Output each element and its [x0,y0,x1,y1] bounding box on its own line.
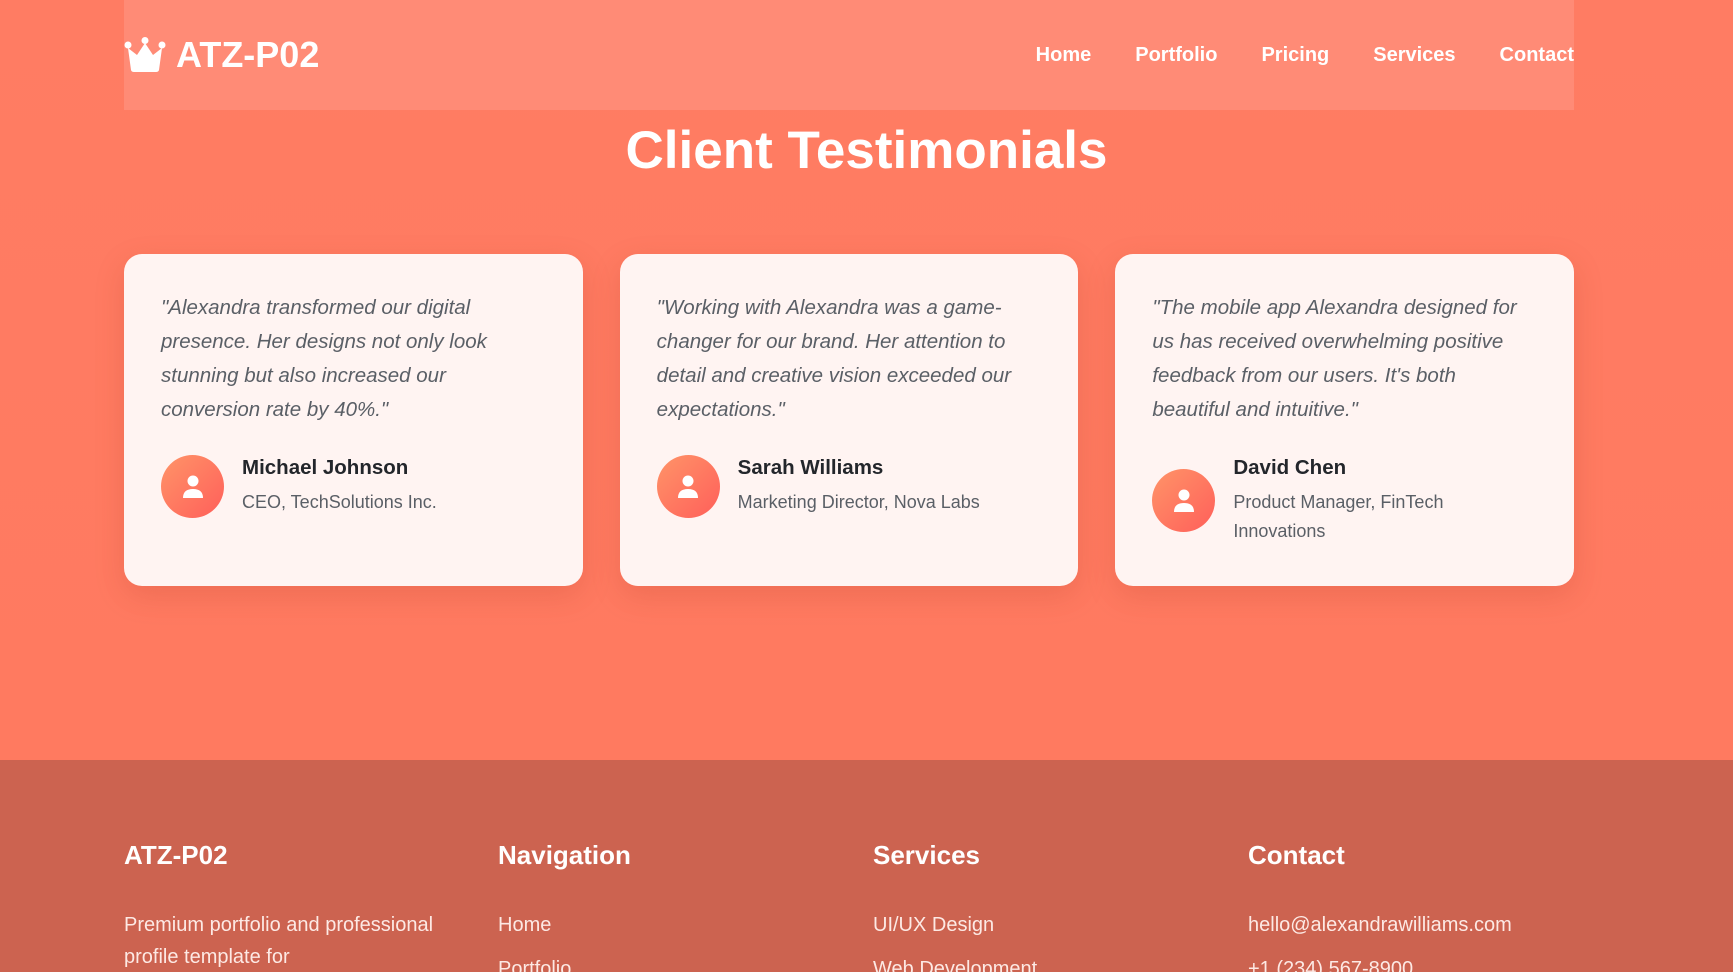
footer-brand: ATZ-P02 Premium portfolio and profession… [124,840,484,972]
footer-phone-link[interactable]: +1 (234) 567-8900 [1248,953,1608,972]
user-avatar-icon [161,455,224,518]
footer-brand-title: ATZ-P02 [124,840,228,870]
author-name: Michael Johnson [242,456,409,479]
nav-home[interactable]: Home [1036,44,1092,67]
author-role: Product Manager, FinTech Innovations [1233,492,1444,541]
nav-portfolio[interactable]: Portfolio [1135,44,1217,67]
footer-link-home[interactable]: Home [498,909,858,941]
author-role: Marketing Director, Nova Labs [737,492,980,512]
author-name: David Chen [1233,456,1347,479]
testimonial-card: "The mobile app Alexandra designed for u… [1115,254,1575,586]
author-role: CEO, TechSolutions Inc. [242,492,437,512]
nav-pricing[interactable]: Pricing [1261,44,1329,67]
crown-icon [124,37,166,72]
section-title: Client Testimonials [625,121,1108,180]
testimonial-card: "Alexandra transformed our digital prese… [124,254,583,586]
footer-link-webdev[interactable]: Web Development [873,953,1233,972]
footer-link-uiux[interactable]: UI/UX Design [873,909,1233,941]
footer-navigation-title: Navigation [498,840,631,870]
nav-contact[interactable]: Contact [1500,44,1574,67]
author-name: Sarah Williams [737,456,884,479]
testimonial-quote: "The mobile app Alexandra designed for u… [1152,296,1517,421]
logo[interactable]: ATZ-P02 [124,34,319,76]
footer-navigation: Navigation Home Portfolio [498,840,858,972]
user-avatar-icon [656,455,720,518]
nav-services[interactable]: Services [1373,44,1455,67]
footer-brand-text: Premium portfolio and professional profi… [124,914,434,968]
testimonial-author: Sarah Williams Marketing Director, Nova L… [656,455,1042,518]
footer-contact: Contact hello@alexandrawilliams.com +1 (… [1248,840,1608,972]
brand-name: ATZ-P02 [176,34,320,75]
site-header: ATZ-P02 Home Portfolio Pricing Services … [124,0,1574,110]
main-nav: Home Portfolio Pricing Services Contact [1036,44,1574,67]
footer-services-title: Services [873,840,980,870]
user-avatar-icon [1152,469,1216,532]
testimonial-list: "Alexandra transformed our digital prese… [124,254,1575,586]
testimonial-card: "Working with Alexandra was a game-chang… [619,254,1079,586]
footer-email-link[interactable]: hello@alexandrawilliams.com [1248,909,1608,941]
footer-services: Services UI/UX Design Web Development [873,840,1233,972]
testimonial-author: Michael Johnson CEO, TechSolutions Inc. [161,455,546,518]
footer-link-portfolio[interactable]: Portfolio [498,953,858,972]
footer-contact-title: Contact [1248,840,1345,870]
site-footer: ATZ-P02 Premium portfolio and profession… [0,760,1733,972]
testimonial-quote: "Working with Alexandra was a game-chang… [656,296,1012,421]
testimonial-author: David Chen Product Manager, FinTech Innov… [1152,455,1537,546]
testimonial-quote: "Alexandra transformed our digital prese… [161,296,487,421]
